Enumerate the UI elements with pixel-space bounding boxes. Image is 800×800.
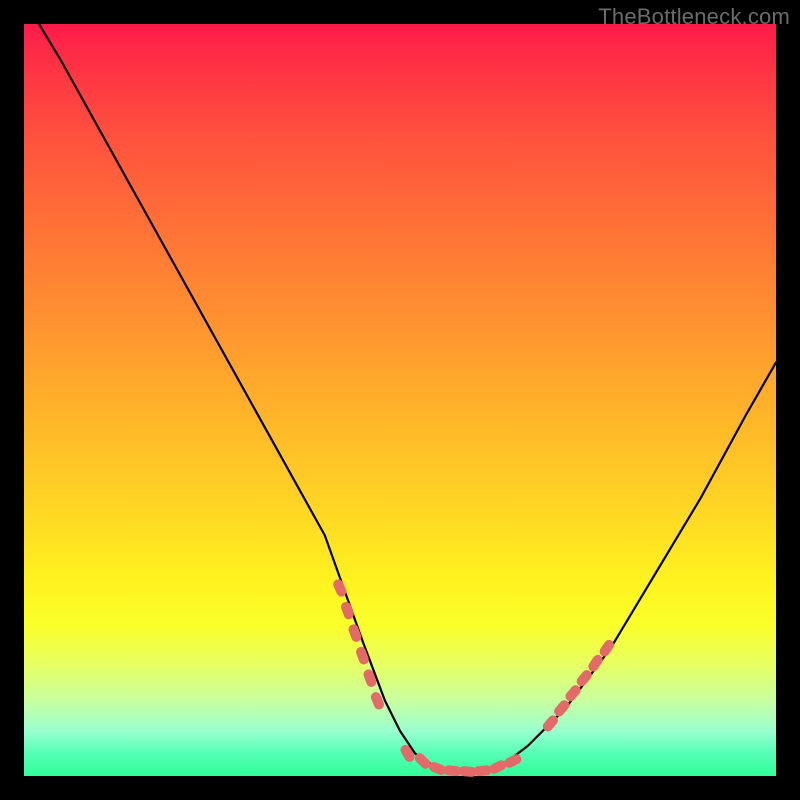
dotted-segments xyxy=(332,578,616,778)
bottleneck-curve xyxy=(39,24,776,772)
marker-dash xyxy=(552,698,571,718)
plot-svg xyxy=(24,24,776,776)
marker-dash xyxy=(473,765,492,777)
watermark-text: TheBottleneck.com xyxy=(598,4,790,30)
marker-dash xyxy=(563,683,582,703)
marker-dash xyxy=(598,638,616,659)
marker-dash xyxy=(399,743,417,764)
marker-dash xyxy=(575,668,594,688)
marker-dash xyxy=(586,653,604,674)
chart-frame xyxy=(24,24,776,776)
